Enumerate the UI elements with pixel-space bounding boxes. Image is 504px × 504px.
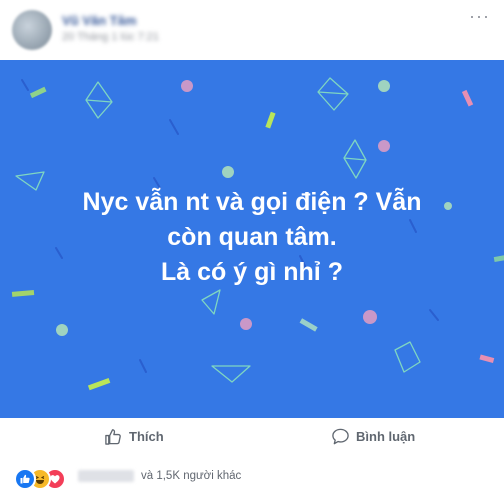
comment-button[interactable]: Bình luận (331, 427, 415, 446)
thumbs-up-icon (104, 427, 123, 446)
reactor-names-redacted (78, 470, 134, 482)
author-name[interactable]: Vũ Văn Tâm (62, 13, 136, 28)
post-text-line-3: Là có ý gì nhỉ ? (161, 258, 343, 286)
post-header: Vũ Văn Tâm 20 Tháng 1 lúc 7:21 ··· (0, 0, 504, 60)
like-button[interactable]: Thích (104, 427, 164, 446)
post-text-line-1: Nyc vẫn nt và gọi điện ? Vẫn (82, 188, 422, 216)
post-text: Nyc vẫn nt và gọi điện ? Vẫn còn quan tâ… (20, 185, 484, 290)
post-background-banner: Nyc vẫn nt và gọi điện ? Vẫn còn quan tâ… (0, 60, 504, 418)
like-reaction-icon (14, 468, 36, 490)
reaction-others-text[interactable]: và 1,5K người khác (141, 470, 241, 482)
post-options-icon[interactable]: ··· (469, 6, 490, 27)
reaction-summary[interactable]: và 1,5K người khác (0, 456, 504, 504)
comment-icon (331, 427, 350, 446)
like-label: Thích (129, 429, 164, 444)
post-timestamp[interactable]: 20 Tháng 1 lúc 7:21 (62, 31, 159, 43)
post-text-line-2: còn quan tâm. (167, 223, 337, 251)
post-action-bar: Thích Bình luận (0, 418, 504, 457)
comment-label: Bình luận (356, 429, 416, 444)
author-avatar[interactable] (12, 10, 52, 50)
facebook-post: Vũ Văn Tâm 20 Tháng 1 lúc 7:21 ··· Nyc v… (0, 0, 504, 504)
